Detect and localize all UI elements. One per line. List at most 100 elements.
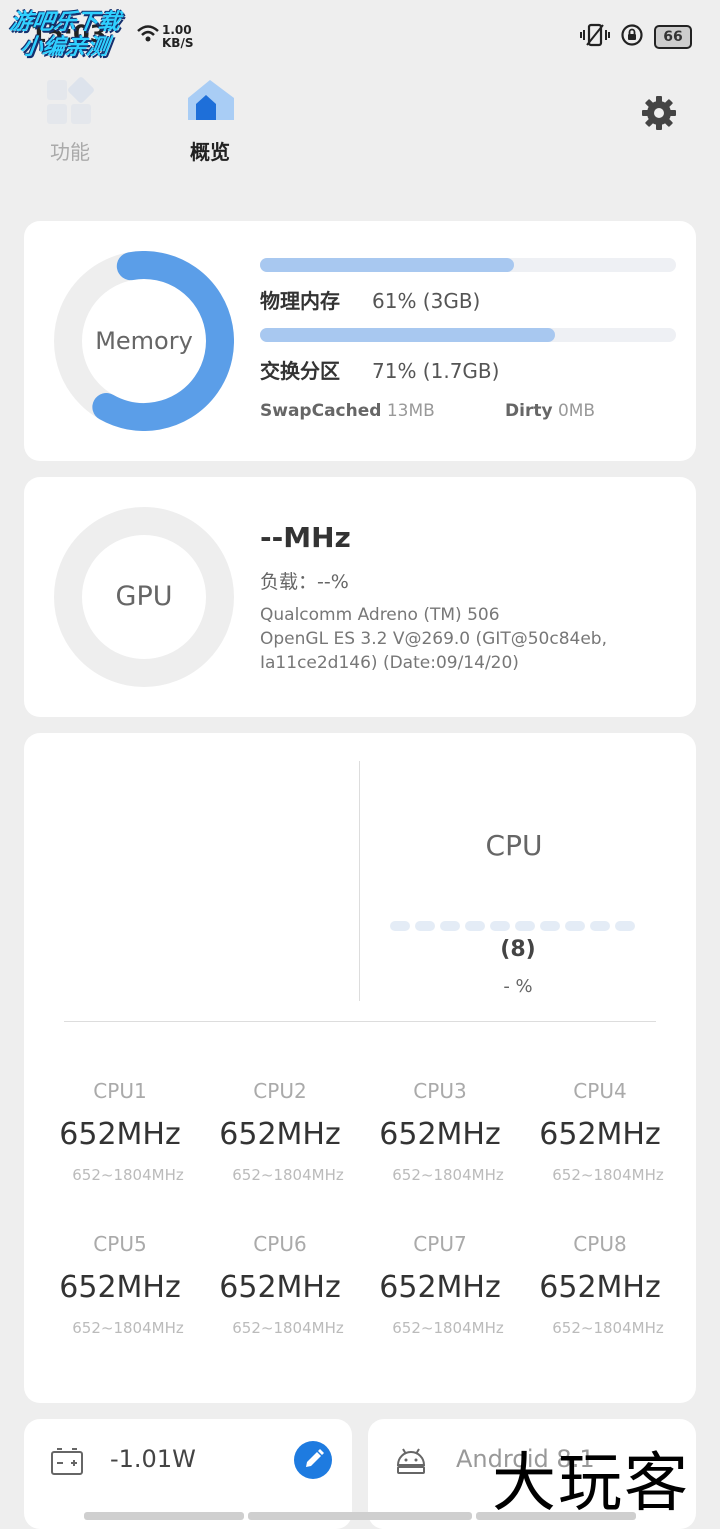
core-name: CPU6 — [253, 1232, 307, 1256]
core-name: CPU4 — [573, 1079, 627, 1103]
watermark-dawanke: 大玩客 — [492, 1447, 690, 1521]
power-value: -1.01W — [110, 1445, 196, 1473]
gpu-load: 负载：--% — [260, 571, 349, 593]
cpu-usage-segment — [540, 921, 560, 931]
core-frequency: 652MHz — [539, 1117, 661, 1152]
gpu-ring-label: GPU — [115, 581, 173, 612]
memory-card[interactable]: Memory 物理内存 61% (3GB) 交换分区 71% (1.7GB) Swa… — [24, 221, 696, 461]
core-range: 652~1804MHz — [72, 1166, 184, 1184]
core-range: 652~1804MHz — [392, 1319, 504, 1337]
watermark-logo: 游吧乐下载 小编亲测 — [4, 10, 154, 64]
swap-bar-fill — [260, 328, 556, 342]
core-frequency: 652MHz — [59, 1270, 181, 1305]
grid-icon — [45, 77, 95, 130]
cpu-core-3: CPU3 652MHz 652~1804MHz — [360, 1079, 520, 1184]
swap-cached-label: SwapCached — [260, 401, 382, 421]
status-bar: 15:03 游吧乐下载 小编亲测 1.00 KB/S 66 — [0, 0, 720, 70]
nav-hint-right — [476, 1512, 636, 1520]
edit-button[interactable] — [294, 1441, 332, 1479]
physical-memory-label: 物理内存 — [260, 289, 340, 313]
cpu-usage-segment — [590, 921, 610, 931]
gpu-gl-version-line2: Ia11ce2d146) (Date:09/14/20) — [260, 653, 519, 673]
nav-hint-center — [248, 1512, 472, 1520]
gpu-gl-version-line1: OpenGL ES 3.2 V@269.0 (GIT@50c84eb, — [260, 629, 607, 649]
cpu-card[interactable]: CPU (8) - % CPU1 652MHz 652~1804MHz CPU2… — [24, 733, 696, 1403]
dirty: Dirty 0MB — [505, 401, 595, 421]
nav-hint-left — [84, 1512, 244, 1520]
cpu-core-7: CPU7 652MHz 652~1804MHz — [360, 1232, 520, 1337]
cpu-vertical-divider — [359, 761, 360, 1001]
core-range: 652~1804MHz — [232, 1166, 344, 1184]
watermark-logo-line1: 游吧乐下载 — [8, 10, 122, 35]
memory-ring-label: Memory — [95, 327, 193, 355]
swap-bar — [260, 328, 676, 342]
cpu-core-5: CPU5 652MHz 652~1804MHz — [40, 1232, 200, 1337]
swap-row: 交换分区 71% (1.7GB) — [260, 355, 499, 384]
core-range: 652~1804MHz — [552, 1319, 664, 1337]
physical-memory-bar — [260, 258, 676, 272]
physical-memory-value: 61% (3GB) — [372, 289, 481, 313]
core-range: 652~1804MHz — [72, 1319, 184, 1337]
cpu-core-6: CPU6 652MHz 652~1804MHz — [200, 1232, 360, 1337]
cpu-usage-segment — [490, 921, 510, 931]
core-name: CPU7 — [413, 1232, 467, 1256]
core-range: 652~1804MHz — [552, 1166, 664, 1184]
tab-overview[interactable]: 概览 — [170, 76, 250, 165]
core-range: 652~1804MHz — [392, 1166, 504, 1184]
gpu-frequency: --MHz — [260, 521, 351, 554]
cpu-core-count: (8) — [500, 937, 536, 962]
swap-cached-value: 13MB — [386, 401, 435, 421]
core-frequency: 652MHz — [59, 1117, 181, 1152]
cpu-core-4: CPU4 652MHz 652~1804MHz — [520, 1079, 680, 1184]
core-name: CPU3 — [413, 1079, 467, 1103]
cpu-usage-segment — [565, 921, 585, 931]
cpu-core-8: CPU8 652MHz 652~1804MHz — [520, 1232, 680, 1337]
watermark-logo-line2: 小编亲测 — [18, 35, 111, 60]
android-icon — [394, 1443, 428, 1481]
swap-value: 71% (1.7GB) — [372, 359, 500, 383]
gpu-renderer: Qualcomm Adreno (TM) 506 — [260, 605, 500, 625]
gpu-info: Qualcomm Adreno (TM) 506 OpenGL ES 3.2 V… — [260, 603, 680, 675]
tab-functions[interactable]: 功能 — [30, 76, 110, 165]
cpu-core-1: CPU1 652MHz 652~1804MHz — [40, 1079, 200, 1184]
core-name: CPU8 — [573, 1232, 627, 1256]
dirty-label: Dirty — [505, 401, 553, 421]
status-icons: 66 — [580, 22, 692, 52]
core-frequency: 652MHz — [379, 1117, 501, 1152]
net-speed: 1.00 KB/S — [162, 24, 193, 50]
pencil-icon — [294, 1449, 332, 1483]
core-frequency: 652MHz — [539, 1270, 661, 1305]
cpu-usage-segment — [615, 921, 635, 931]
core-name: CPU2 — [253, 1079, 307, 1103]
core-frequency: 652MHz — [379, 1270, 501, 1305]
cpu-usage-segment — [440, 921, 460, 931]
swap-label: 交换分区 — [260, 359, 340, 383]
cpu-usage-segment — [465, 921, 485, 931]
rotation-lock-icon — [620, 23, 644, 51]
home-icon — [182, 80, 238, 130]
physical-memory-row: 物理内存 61% (3GB) — [260, 285, 480, 314]
tab-functions-label: 功能 — [50, 140, 90, 164]
core-name: CPU5 — [93, 1232, 147, 1256]
gpu-card[interactable]: GPU --MHz 负载：--% Qualcomm Adreno (TM) 50… — [24, 477, 696, 717]
net-speed-unit: KB/S — [162, 36, 194, 50]
core-range: 652~1804MHz — [232, 1319, 344, 1337]
tab-overview-label: 概览 — [190, 140, 230, 164]
cpu-horizontal-divider — [64, 1021, 656, 1022]
cpu-usage-indicator — [390, 921, 635, 931]
swap-cached: SwapCached 13MB — [260, 401, 435, 421]
cpu-usage-segment — [515, 921, 535, 931]
core-frequency: 652MHz — [219, 1270, 341, 1305]
cpu-usage-segment — [390, 921, 410, 931]
dirty-value: 0MB — [557, 401, 596, 421]
cpu-title: CPU — [485, 829, 543, 862]
physical-memory-bar-fill — [260, 258, 514, 272]
settings-gear-icon[interactable] — [640, 94, 678, 136]
wifi-icon — [136, 24, 160, 48]
cpu-percent: - % — [503, 976, 533, 997]
battery-charge-icon — [50, 1447, 84, 1481]
core-frequency: 652MHz — [219, 1117, 341, 1152]
core-name: CPU1 — [93, 1079, 147, 1103]
vibrate-icon — [580, 22, 610, 52]
cpu-usage-segment — [415, 921, 435, 931]
